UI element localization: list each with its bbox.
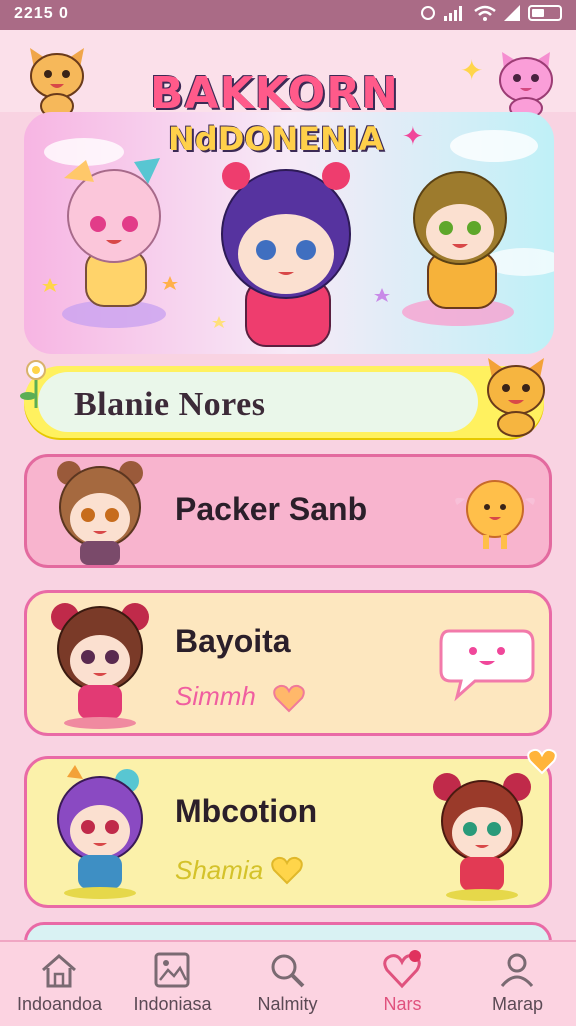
nav-item-profile[interactable]: Marap [460,942,575,1026]
signal-icon [444,6,462,21]
bottom-navigation: Indoandoa Indoniasa Nalmity Nars Marap [0,940,576,1026]
avatar [51,603,149,729]
battery-icon [528,5,562,21]
status-time: 2215 0 [14,5,69,22]
fox-mascot-icon [487,358,545,437]
alarm-icon [421,6,435,20]
nav-label: Nars [383,994,422,1014]
app-logo-title: BAKKORN [150,68,399,119]
wifi-icon [474,5,496,21]
chat-bubble-icon [439,629,535,702]
profile-icon [500,953,534,987]
nav-label: Indoniasa [133,994,212,1014]
card-title: Packer Sanb [175,491,368,527]
avatar [433,773,531,901]
nav-item-favorites[interactable]: Nars [345,942,460,1026]
nav-label: Marap [491,994,544,1014]
featured-banner-label: Blanie Nores [74,386,266,423]
avatar [57,765,143,899]
card-subtitle: Shamia [175,855,264,885]
flower-icon [20,360,46,408]
heart-badge-icon [271,856,303,885]
fox-mascot-icon [30,48,84,118]
status-bar: 2215 0 [0,0,576,30]
avatar [57,461,143,565]
list-item[interactable]: Bayoita Simmh [24,590,552,736]
card-title: Mbcotion [175,793,318,829]
heart-badge-icon [273,684,305,713]
nav-item-search[interactable]: Nalmity [230,942,345,1026]
heart-icon [383,950,421,989]
pink-cat-mascot-icon [499,52,553,119]
card-title: Bayoita [175,623,291,659]
search-icon [271,954,305,988]
featured-banner-button[interactable]: Blanie Nores [24,366,544,438]
app-logo-subtitle: NdDONENIA [168,120,384,158]
nav-label: Nalmity [257,994,318,1014]
gallery-icon [154,952,190,988]
star-icon: ✦ [460,54,484,87]
home-icon [42,954,76,988]
nav-label: Indoandoa [16,994,103,1014]
heart-icon [527,748,557,775]
signal-secondary-icon [504,5,520,21]
list-item[interactable]: Packer Sanb [24,454,552,568]
star-icon: ✦ [402,122,424,152]
sun-mascot-icon [455,480,535,549]
card-subtitle: Simmh [175,681,256,711]
list-item[interactable]: Mbcotion Shamia [24,748,557,908]
nav-item-home[interactable]: Indoandoa [2,942,117,1026]
nav-item-gallery[interactable]: Indoniasa [115,942,230,1026]
status-icons [420,5,562,21]
